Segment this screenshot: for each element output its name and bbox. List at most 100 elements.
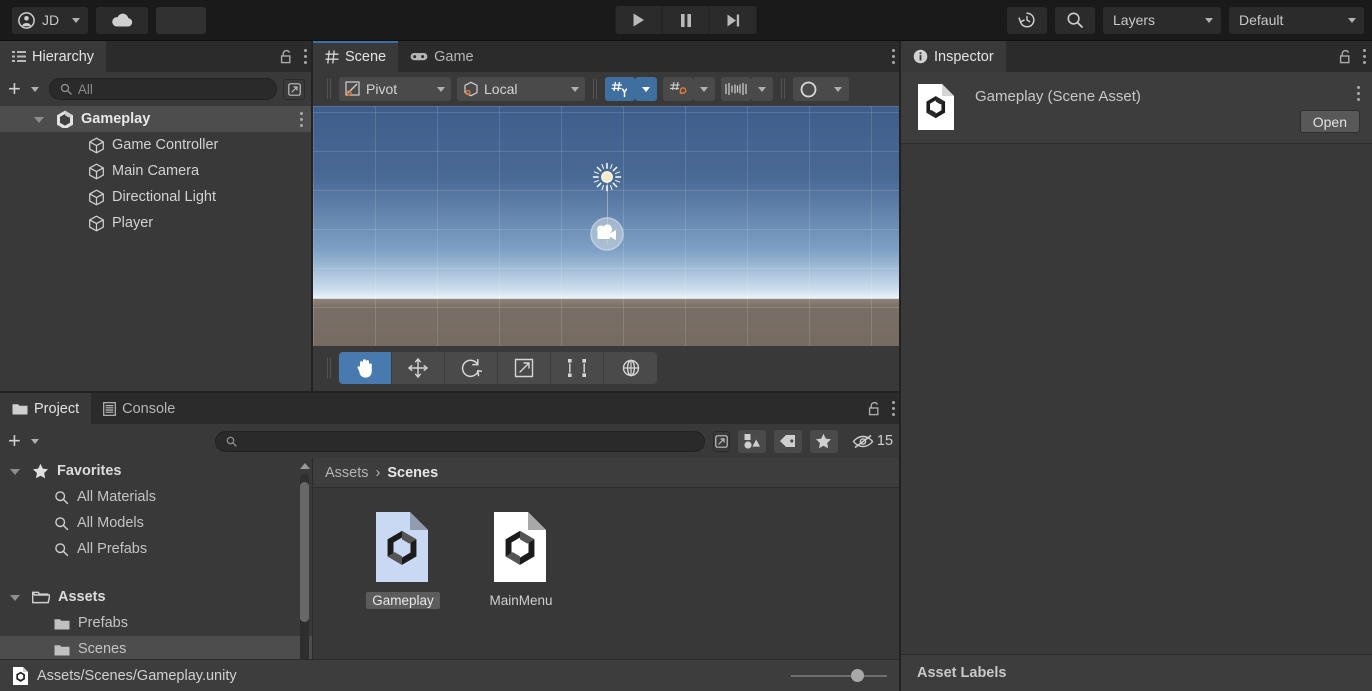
project-tree-scrollbar[interactable] bbox=[298, 460, 310, 686]
layout-dropdown-button[interactable] bbox=[751, 77, 773, 101]
asset-labels-section[interactable]: Asset Labels bbox=[901, 654, 1372, 691]
rotate-tool-button[interactable] bbox=[445, 352, 498, 384]
tab-hierarchy[interactable]: Hierarchy bbox=[0, 41, 107, 72]
scene-viewport[interactable] bbox=[313, 106, 901, 346]
project-split-view: Favorites All Materials All Models All Pref… bbox=[0, 458, 901, 688]
transform-tool-button[interactable] bbox=[604, 352, 657, 384]
hierarchy-tree: Gameplay Game Controller Main Camera Direct… bbox=[0, 106, 313, 236]
unity-scene-file-icon bbox=[12, 666, 29, 686]
search-button[interactable] bbox=[1055, 6, 1095, 34]
hierarchy-menu-button[interactable] bbox=[303, 49, 307, 64]
project-tree-item-all-materials[interactable]: All Materials bbox=[0, 484, 312, 510]
pivot-dropdown[interactable]: Pivot bbox=[339, 77, 451, 101]
cloud-button[interactable] bbox=[96, 6, 149, 34]
toolbar-right-group: Layers Default bbox=[1007, 6, 1364, 34]
pause-button[interactable] bbox=[662, 6, 710, 34]
toolbar-separator bbox=[591, 79, 599, 99]
scroll-up-arrow[interactable] bbox=[300, 463, 310, 469]
scene-icon bbox=[56, 110, 74, 128]
hierarchy-item-gameplay[interactable]: Gameplay bbox=[0, 106, 313, 132]
scene-menu-button[interactable] bbox=[891, 49, 895, 64]
hierarchy-item-player[interactable]: Player bbox=[0, 210, 313, 236]
project-tree-item-all-models[interactable]: All Models bbox=[0, 510, 312, 536]
expand-arrow-icon[interactable] bbox=[34, 111, 44, 127]
lock-icon[interactable] bbox=[868, 401, 881, 416]
hierarchy-search-expand-button[interactable] bbox=[283, 78, 305, 100]
expand-arrow-icon[interactable] bbox=[10, 589, 20, 605]
project-search-expand-button[interactable] bbox=[712, 430, 730, 452]
project-tree-item-label: Prefabs bbox=[78, 615, 128, 631]
asset-zoom-slider[interactable] bbox=[791, 666, 887, 686]
project-tree-item-all-prefabs[interactable]: All Prefabs bbox=[0, 536, 312, 562]
scene-tabbar: Scene Game bbox=[313, 41, 901, 72]
layout-toggle-button[interactable] bbox=[721, 77, 751, 101]
history-icon bbox=[1018, 11, 1036, 29]
grid-axis-button[interactable] bbox=[605, 77, 635, 101]
type-filter-button[interactable] bbox=[737, 429, 766, 453]
project-search-row: + 15 bbox=[0, 424, 901, 458]
project-tree-item-label: All Materials bbox=[77, 489, 156, 505]
main-inspector-divider[interactable] bbox=[899, 41, 901, 691]
directional-light-gizmo[interactable] bbox=[592, 162, 622, 192]
tab-console[interactable]: Console bbox=[91, 393, 187, 424]
tab-scene-label: Scene bbox=[345, 48, 387, 65]
tab-game[interactable]: Game bbox=[398, 41, 486, 72]
breadcrumb-current[interactable]: Scenes bbox=[387, 465, 438, 481]
account-button[interactable]: JD bbox=[12, 6, 89, 34]
project-menu-button[interactable] bbox=[891, 401, 895, 416]
rect-tool-button[interactable] bbox=[551, 352, 604, 384]
hierarchy-add-button[interactable]: + bbox=[8, 78, 43, 100]
tab-project[interactable]: Project bbox=[0, 393, 92, 424]
asset-item-gameplay[interactable]: Gameplay bbox=[355, 510, 451, 609]
lock-icon[interactable] bbox=[280, 49, 293, 64]
hierarchy-item-main-camera[interactable]: Main Camera bbox=[0, 158, 313, 184]
label-filter-button[interactable] bbox=[773, 429, 802, 453]
play-button[interactable] bbox=[615, 6, 663, 34]
project-add-button[interactable]: + bbox=[8, 430, 43, 452]
lock-icon[interactable] bbox=[1339, 49, 1352, 64]
inspector-menu-button[interactable] bbox=[1362, 49, 1366, 64]
step-icon bbox=[726, 13, 741, 28]
snap-button[interactable] bbox=[663, 77, 693, 101]
step-button[interactable] bbox=[709, 6, 757, 34]
top-bottom-divider[interactable] bbox=[0, 391, 901, 393]
unity-editor-window: JD Layers Default Hierarchy + All Gamepl… bbox=[0, 0, 1372, 691]
move-tool-button[interactable] bbox=[392, 352, 445, 384]
asset-context-menu-button[interactable] bbox=[1356, 86, 1360, 101]
hierarchy-search-input[interactable]: All bbox=[48, 78, 277, 100]
hierarchy-item-label: Directional Light bbox=[112, 189, 216, 205]
project-tree-item-assets[interactable]: Assets bbox=[0, 584, 312, 610]
expand-arrow-icon[interactable] bbox=[10, 463, 20, 479]
project-search-input[interactable] bbox=[214, 430, 705, 452]
extra-toolbar-button[interactable] bbox=[156, 6, 207, 34]
hierarchy-item-directional-light[interactable]: Directional Light bbox=[0, 184, 313, 210]
camera-gizmo[interactable] bbox=[589, 216, 625, 252]
snap-dropdown[interactable] bbox=[693, 77, 715, 101]
scale-tool-button[interactable] bbox=[498, 352, 551, 384]
hand-tool-button[interactable] bbox=[339, 352, 392, 384]
shading-dropdown[interactable] bbox=[793, 77, 849, 101]
breadcrumb-root[interactable]: Assets bbox=[325, 465, 369, 481]
scrollbar-thumb[interactable] bbox=[300, 482, 309, 622]
space-dropdown[interactable]: Local bbox=[457, 77, 585, 101]
project-tree-item-label: Favorites bbox=[57, 463, 122, 479]
tab-scene[interactable]: Scene bbox=[313, 41, 399, 72]
hidden-assets-count[interactable]: 15 bbox=[846, 433, 893, 449]
layers-dropdown[interactable]: Layers bbox=[1103, 6, 1221, 34]
hierarchy-scene-divider[interactable] bbox=[311, 41, 313, 393]
hierarchy-item-game-controller[interactable]: Game Controller bbox=[0, 132, 313, 158]
project-tree-item-prefabs[interactable]: Prefabs bbox=[0, 610, 312, 636]
asset-item-label: Gameplay bbox=[366, 592, 440, 609]
open-button[interactable]: Open bbox=[1299, 110, 1360, 133]
project-tree-item-favorites[interactable]: Favorites bbox=[0, 458, 312, 484]
tab-inspector[interactable]: Inspector bbox=[901, 41, 1006, 72]
hierarchy-item-menu-button[interactable] bbox=[299, 111, 303, 127]
favorite-filter-button[interactable] bbox=[809, 429, 838, 453]
info-icon bbox=[913, 49, 928, 64]
slider-handle[interactable] bbox=[850, 669, 864, 682]
project-folder-tree: Favorites All Materials All Models All Pref… bbox=[0, 458, 313, 688]
asset-item-mainmenu[interactable]: MainMenu bbox=[473, 510, 569, 609]
layout-dropdown[interactable]: Default bbox=[1229, 6, 1364, 34]
undo-history-button[interactable] bbox=[1007, 6, 1047, 34]
grid-axis-dropdown[interactable] bbox=[635, 77, 657, 101]
